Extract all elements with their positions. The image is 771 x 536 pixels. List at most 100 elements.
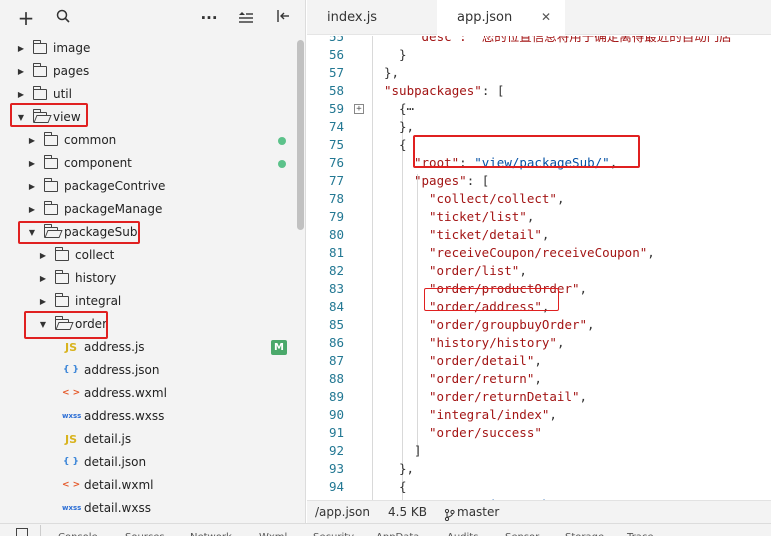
devtools-tab[interactable]: Security <box>313 532 354 536</box>
line-number: 74 <box>328 119 344 134</box>
chevron-right-icon[interactable]: ▶ <box>16 37 26 60</box>
tree-item-label: common <box>64 133 117 147</box>
chevron-right-icon[interactable]: ▶ <box>16 60 26 83</box>
tree-file[interactable]: JS address.js M <box>0 336 300 359</box>
chevron-right-icon[interactable]: ▶ <box>27 175 37 198</box>
code-punct: }, <box>399 461 415 476</box>
panel-icon[interactable] <box>16 528 28 536</box>
tree-item-label: address.js <box>84 340 145 354</box>
tree-item-label: pages <box>53 64 90 78</box>
tree-folder[interactable]: ▼ order <box>0 313 300 336</box>
chevron-down-icon[interactable]: ▼ <box>38 313 48 336</box>
code-punct: { <box>399 137 407 152</box>
status-file: /app.json <box>315 505 370 519</box>
code-line: }, <box>399 460 414 478</box>
code-punct: , <box>534 371 542 386</box>
chevron-down-icon[interactable]: ▼ <box>16 106 26 129</box>
devtools-tab[interactable]: Trace <box>627 532 654 536</box>
close-icon[interactable]: ✕ <box>541 0 551 35</box>
tree-file[interactable]: { } detail.json <box>0 451 300 474</box>
tree-folder[interactable]: ▼ packageSub <box>0 221 300 244</box>
code-line: "order/return", <box>429 370 542 388</box>
divider <box>40 525 41 536</box>
tree-folder[interactable]: ▶ util <box>0 83 300 106</box>
collapse-icon[interactable] <box>236 8 256 28</box>
chevron-right-icon[interactable]: ▶ <box>38 290 48 313</box>
code-string: "subpackages" <box>384 83 482 98</box>
code-string: "order/returnDetail" <box>429 389 580 404</box>
chevron-right-icon[interactable]: ▶ <box>27 152 37 175</box>
editor-tabs: index.js app.json ✕ <box>307 0 771 35</box>
tree-file[interactable]: < > detail.wxml <box>0 474 300 497</box>
indent-guide <box>372 36 373 500</box>
tree-file[interactable]: JS detail.js <box>0 428 300 451</box>
code-punct: , <box>556 335 565 350</box>
tree-file[interactable]: wxss detail.wxss <box>0 497 300 520</box>
code-string: "order/list" <box>429 263 520 278</box>
tree-file[interactable]: < > address.wxml <box>0 382 300 405</box>
search-icon[interactable] <box>53 8 73 28</box>
chevron-right-icon[interactable]: ▶ <box>27 129 37 152</box>
devtools-tab[interactable]: Console <box>58 532 98 536</box>
explorer-toolbar: + ··· <box>0 0 306 35</box>
devtools-tab[interactable]: Sensor <box>505 532 539 536</box>
plus-icon[interactable]: + <box>16 8 36 28</box>
devtools-tab[interactable]: Storage <box>565 532 604 536</box>
tree-file[interactable]: wxss address.wxss <box>0 405 300 428</box>
chevron-right-icon[interactable]: ▶ <box>38 244 48 267</box>
folder-open-icon <box>54 316 69 330</box>
status-branch[interactable]: master <box>457 501 499 523</box>
more-icon[interactable]: ··· <box>199 8 219 28</box>
line-number: 58 <box>328 83 344 98</box>
code-string: "ticket/detail" <box>429 227 542 242</box>
tab-index-js[interactable]: index.js <box>307 0 437 35</box>
code-punct: , <box>534 353 542 368</box>
fold-expand-icon[interactable]: + <box>354 104 364 114</box>
split-icon[interactable] <box>273 8 293 28</box>
line-number: 59 <box>328 101 344 116</box>
chevron-right-icon[interactable]: ▶ <box>16 83 26 106</box>
devtools-tab[interactable]: Sources <box>125 532 165 536</box>
line-number: 90 <box>328 407 344 422</box>
code-punct: , <box>526 209 535 224</box>
tab-app-json[interactable]: app.json ✕ <box>437 0 565 35</box>
code-line: "order/groupbuyOrder", <box>429 316 595 334</box>
tree-folder[interactable]: ▶ common <box>0 129 300 152</box>
code-editor[interactable]: 55 "desc": "您的位置信息将用于确定离得最近的自动门店" 56} 57}, 5… <box>307 36 771 500</box>
devtools-tab[interactable]: Wxml <box>259 532 287 536</box>
code-line: "receiveCoupon/receiveCoupon", <box>429 244 655 262</box>
explorer-scrollbar[interactable] <box>297 40 304 230</box>
tree-folder[interactable]: ▶ pages <box>0 60 300 83</box>
code-line: "order/productOrder", <box>429 280 587 298</box>
tree-folder[interactable]: ▶ collect <box>0 244 300 267</box>
line-number: 55 <box>328 36 344 44</box>
devtools-tab[interactable]: Network <box>190 532 232 536</box>
tree-folder[interactable]: ▶ packageManage <box>0 198 300 221</box>
code-punct: , <box>579 389 588 404</box>
tree-folder[interactable]: ▶ history <box>0 267 300 290</box>
tree-folder[interactable]: ▶ image <box>0 37 300 60</box>
tree-folder[interactable]: ▶ packageContrive <box>0 175 300 198</box>
code-string: "pages" <box>414 173 467 188</box>
status-dot <box>278 160 286 168</box>
code-line: "pages": [ <box>414 172 489 190</box>
tree-folder[interactable]: ▶ component <box>0 152 300 175</box>
devtools-tab[interactable]: Audits <box>447 532 478 536</box>
code-punct: { <box>399 479 407 494</box>
tree-folder[interactable]: ▶ integral <box>0 290 300 313</box>
js-file-icon: JS <box>64 433 77 446</box>
tree-item-label: detail.js <box>84 432 132 446</box>
file-explorer: + ··· ▶ image ▶ pages ▶ util ▼ view ▶ common ▶ comp… <box>0 0 306 523</box>
tree-item-label: address.json <box>84 363 160 377</box>
tree-folder[interactable]: ▼ view <box>0 106 300 129</box>
status-bar: /app.json 4.5 KB master <box>307 500 771 523</box>
code-line: "desc": "您的位置信息将用于确定离得最近的自动门店" <box>414 36 739 46</box>
chevron-right-icon[interactable]: ▶ <box>38 267 48 290</box>
tree-file[interactable]: { } address.json <box>0 359 300 382</box>
chevron-down-icon[interactable]: ▼ <box>27 221 37 244</box>
code-line: "order/returnDetail", <box>429 388 587 406</box>
line-number: 82 <box>328 263 344 278</box>
devtools-tab[interactable]: AppData <box>376 532 419 536</box>
tree-item-label: packageSub <box>64 225 138 239</box>
chevron-right-icon[interactable]: ▶ <box>27 198 37 221</box>
